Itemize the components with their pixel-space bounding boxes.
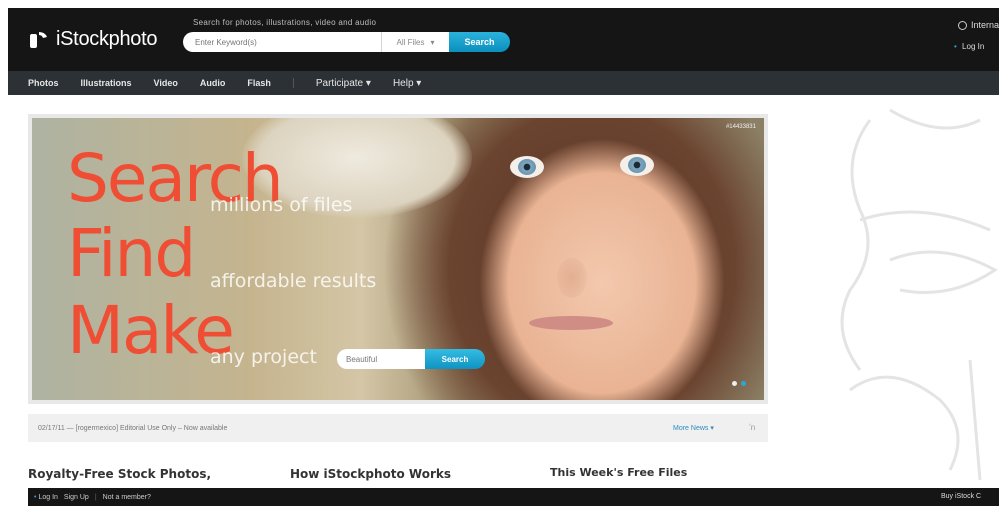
chevron-down-icon: ▾ — [430, 37, 435, 47]
hero-sub-3: any project — [210, 346, 317, 368]
slide-dot-2[interactable] — [741, 381, 746, 386]
news-bar: 02/17/11 — [rogermexico] Editorial Use O… — [28, 414, 768, 442]
footer-login[interactable]: • Log In — [34, 494, 58, 501]
international-link[interactable]: Interna — [958, 20, 999, 30]
hero-sub-1: millions of files — [210, 194, 353, 216]
news-text[interactable]: 02/17/11 — [rogermexico] Editorial Use O… — [38, 425, 227, 432]
logo-text: iStockphoto — [56, 28, 158, 50]
slide-dot-1[interactable] — [732, 381, 737, 386]
nav-item-video[interactable]: Video — [154, 78, 178, 88]
international-label: Interna — [971, 20, 999, 30]
globe-icon — [958, 20, 967, 30]
file-type-value: All Files — [396, 37, 425, 47]
hero-banner[interactable]: Search Find Make millions of files affor… — [32, 118, 764, 400]
free-files-heading[interactable]: This Week's Free Files — [550, 466, 687, 479]
footer-divider: | — [94, 493, 97, 501]
footer-bar: • Log In Sign Up | Not a member? Buy iSto… — [28, 488, 999, 506]
slide-indicator — [732, 381, 746, 386]
hero-banner-frame: Search Find Make millions of files affor… — [28, 114, 768, 404]
footer-login-label: Log In — [38, 493, 58, 501]
chevron-down-icon: ▾ — [710, 425, 714, 432]
hero-search-button[interactable]: Search — [425, 349, 485, 369]
footer-buy-link[interactable]: Buy iStock C — [941, 493, 981, 500]
site-header: iStockphoto Search for photos, illustrat… — [8, 8, 999, 71]
login-link[interactable]: • Log In — [954, 42, 984, 51]
nav-item-photos[interactable]: Photos — [28, 78, 59, 88]
eye-right — [620, 154, 654, 176]
chevron-down-icon: ▾ — [365, 77, 371, 89]
logo[interactable]: iStockphoto — [28, 28, 158, 51]
nav-dropdown-participate[interactable]: Participate ▾ — [316, 78, 371, 89]
nav-item-audio[interactable]: Audio — [200, 78, 226, 88]
search-tagline: Search for photos, illustrations, video … — [193, 18, 377, 27]
nose-shade — [557, 258, 587, 298]
nav-dropdown-help[interactable]: Help ▾ — [393, 78, 421, 89]
footer-not-member[interactable]: Not a member? — [103, 494, 151, 501]
hero-search-input[interactable] — [337, 349, 425, 369]
chevron-down-icon: ▾ — [416, 77, 422, 89]
search-button[interactable]: Search — [449, 32, 510, 52]
mouth — [529, 316, 613, 330]
image-id: #14433831 — [725, 124, 756, 130]
hero-word-make: Make — [67, 292, 235, 369]
search-bar: All Files ▾ Search — [183, 32, 510, 52]
hero-sub-2: affordable results — [210, 270, 377, 292]
more-news-label: More News — [673, 425, 709, 432]
rss-icon[interactable]: ʼn — [749, 423, 755, 432]
search-input[interactable] — [183, 32, 381, 52]
bullet-icon: • — [34, 493, 37, 501]
nav-item-illustrations[interactable]: Illustrations — [81, 78, 132, 88]
main-nav: Photos Illustrations Video Audio Flash P… — [8, 71, 999, 95]
logo-icon — [30, 31, 47, 48]
hero-word-find: Find — [67, 215, 196, 292]
nav-divider — [292, 78, 294, 88]
help-label: Help — [392, 77, 414, 89]
ornament-decoration — [840, 108, 998, 480]
login-label: Log In — [962, 42, 985, 51]
royalty-free-heading: Royalty-Free Stock Photos, — [28, 467, 212, 481]
iris — [628, 157, 646, 173]
more-news-link[interactable]: More News ▾ — [673, 424, 714, 432]
bullet-icon: • — [954, 42, 957, 51]
footer-signup[interactable]: Sign Up — [64, 494, 89, 501]
hero-search: Search — [337, 349, 485, 369]
nav-item-flash[interactable]: Flash — [247, 78, 271, 88]
iris — [518, 159, 536, 175]
participate-label: Participate — [315, 77, 364, 89]
eye-left — [510, 156, 544, 178]
file-type-select[interactable]: All Files ▾ — [381, 32, 449, 52]
how-it-works-heading[interactable]: How iStockphoto Works — [290, 467, 451, 481]
